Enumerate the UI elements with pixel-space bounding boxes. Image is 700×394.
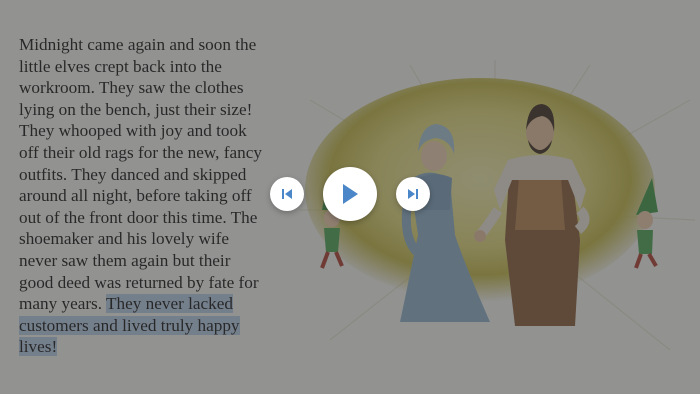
storybook-page: Midnight came again and soon the little … (0, 0, 700, 394)
story-text-body: Midnight came again and soon the little … (19, 35, 262, 314)
next-button[interactable] (396, 177, 430, 211)
story-paragraph: Midnight came again and soon the little … (19, 34, 267, 358)
skip-next-icon (408, 189, 418, 199)
play-button[interactable] (323, 167, 377, 221)
story-illustration (300, 60, 696, 351)
play-icon (343, 184, 358, 204)
skip-previous-icon (282, 189, 292, 199)
previous-button[interactable] (270, 177, 304, 211)
